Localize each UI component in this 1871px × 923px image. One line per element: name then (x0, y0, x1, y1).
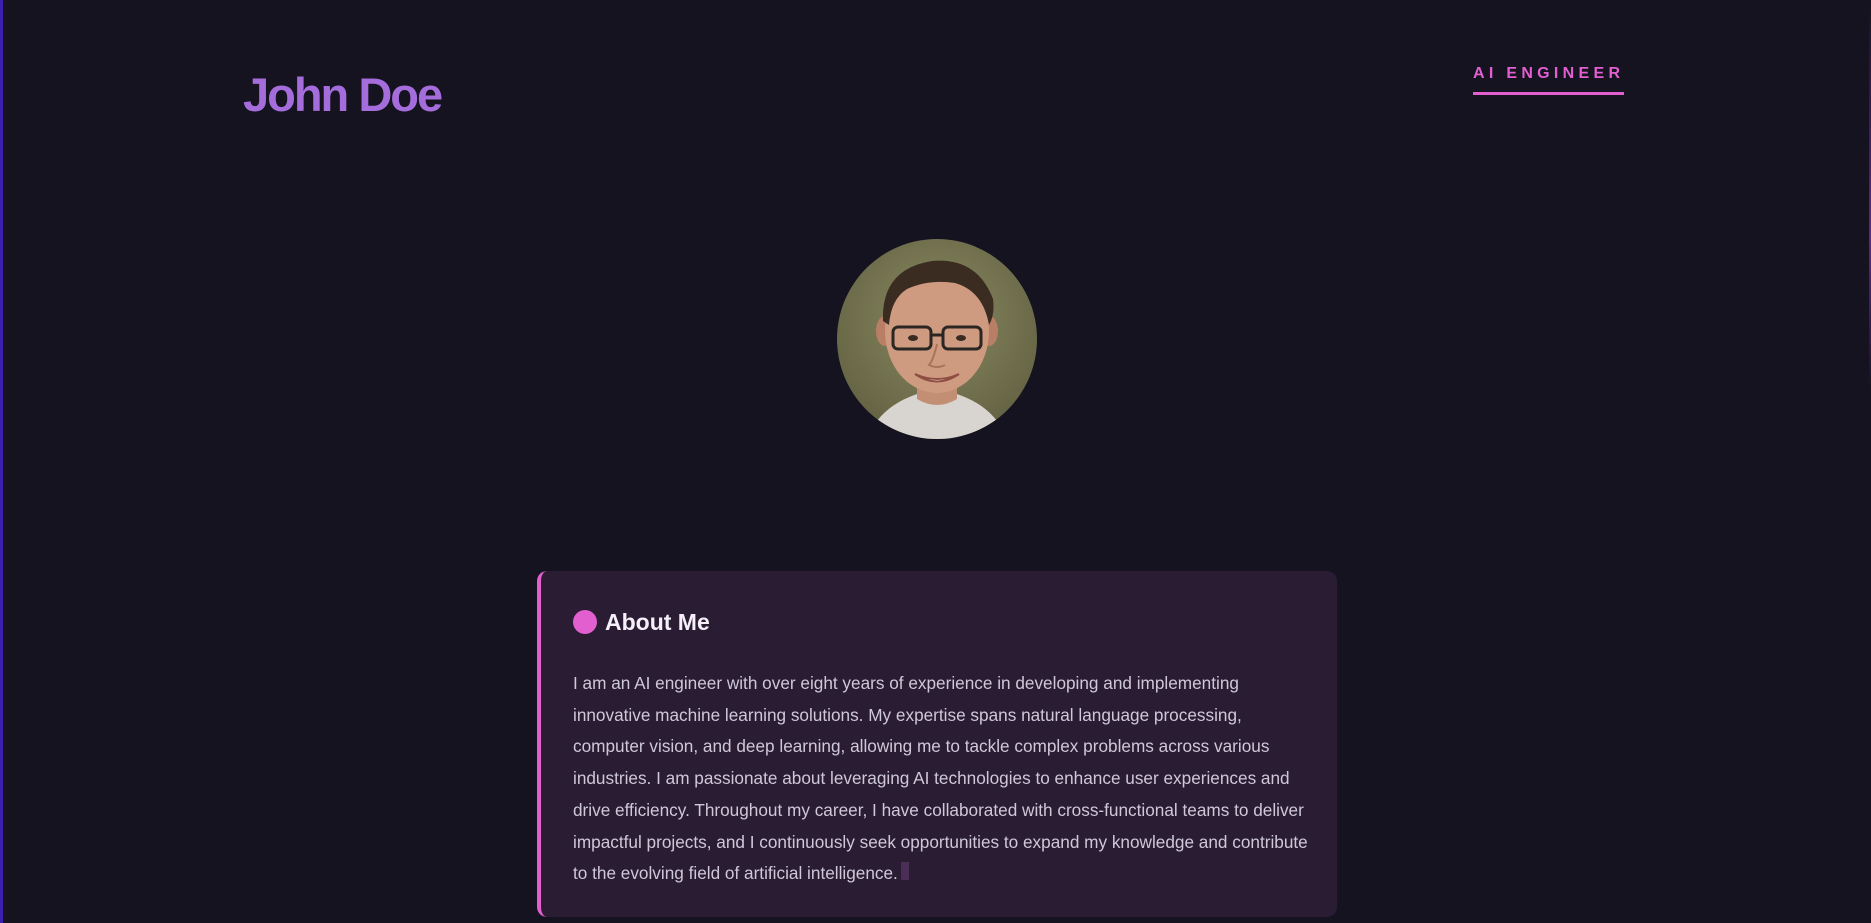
about-title: About Me (605, 608, 710, 635)
avatar (837, 239, 1037, 439)
left-accent-edge (0, 0, 3, 923)
about-card: About Me I am an AI engineer with over e… (537, 571, 1337, 917)
text-cursor (900, 862, 909, 881)
bullet-dot-icon (573, 610, 597, 634)
about-text-block: I am an AI engineer with over eight year… (573, 668, 1311, 890)
site-name: John Doe (243, 68, 443, 121)
about-heading: About Me (573, 607, 1305, 637)
portfolio-page: John Doe AI ENGINEER About Me I am an AI… (0, 0, 1871, 923)
avatar-portrait (837, 239, 1037, 439)
role-tag: AI ENGINEER (1473, 64, 1625, 95)
about-text: I am an AI engineer with over eight year… (573, 673, 1308, 884)
